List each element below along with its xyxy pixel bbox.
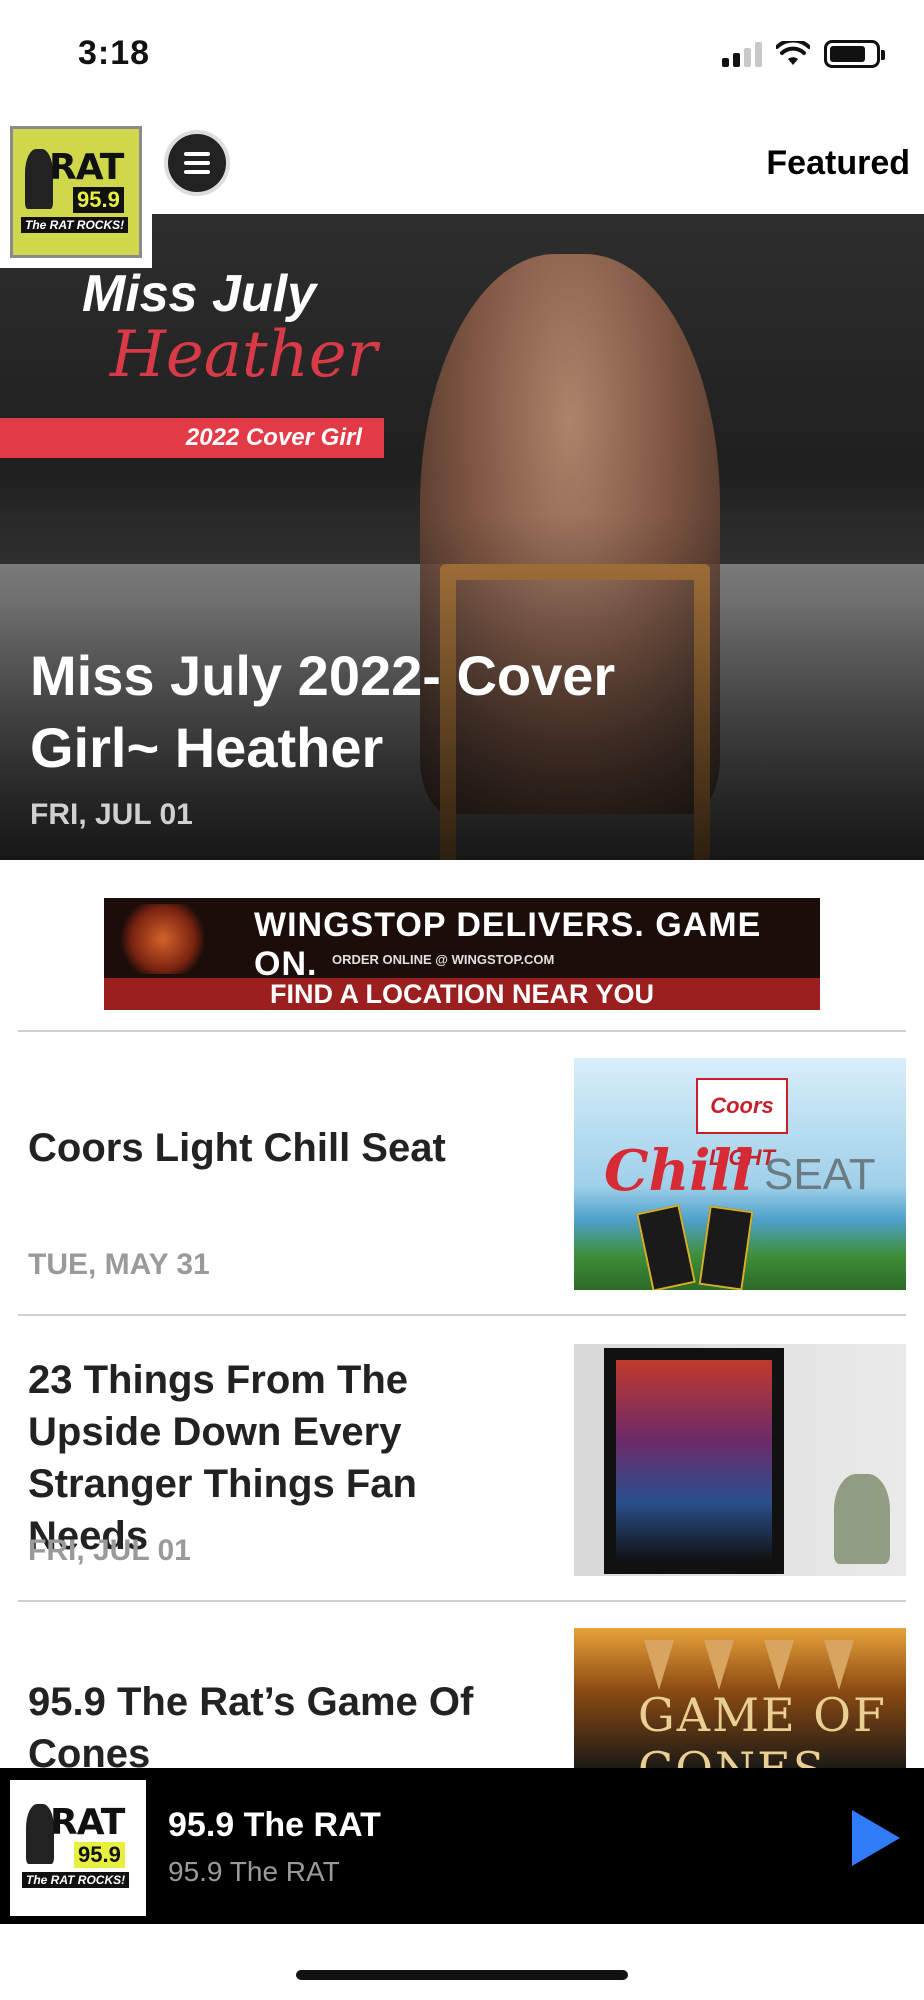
article-title[interactable]: 23 Things From The Upside Down Every Str… (28, 1354, 548, 1562)
menu-button[interactable] (164, 130, 230, 196)
hero-date: FRI, JUL 01 (30, 798, 193, 831)
status-bar: 3:18 (0, 0, 924, 110)
thumb-text: GAME OF CONES (638, 1688, 887, 1768)
logo-name: RAT (49, 147, 124, 188)
list-item[interactable]: 95.9 The Rat’s Game Of Cones GAME OF CON… (0, 1628, 924, 1768)
ticket-icon (636, 1204, 696, 1290)
ticket-icon (698, 1205, 754, 1290)
hamburger-icon (184, 152, 210, 156)
player-station-logo[interactable]: RAT 95.9 The RAT ROCKS! (10, 1780, 146, 1916)
cone-icon (704, 1640, 734, 1690)
logo-name: RAT (50, 1802, 125, 1843)
coors-logo: Coors LIGHT (696, 1078, 788, 1170)
wing-icon (118, 904, 208, 974)
logo-frequency: 95.9 (73, 187, 124, 213)
poster-image (604, 1348, 784, 1574)
article-date: TUE, MAY 31 (28, 1248, 210, 1281)
logo-frequency: 95.9 (74, 1842, 125, 1868)
cellular-signal-icon (722, 41, 762, 67)
thumb-word-seat: SEAT (764, 1150, 876, 1199)
article-date: FRI, JUL 01 (28, 1534, 191, 1567)
ad-banner[interactable]: WINGSTOP DELIVERS. GAME ON. ORDER ONLINE… (104, 898, 820, 1010)
ad-subline: ORDER ONLINE @ WINGSTOP.COM (332, 952, 555, 967)
article-thumbnail[interactable]: GAME OF CONES (574, 1628, 906, 1768)
cone-icon (644, 1640, 674, 1690)
hero-title[interactable]: Miss July 2022- Cover Girl~ Heather (30, 640, 670, 784)
divider (18, 1314, 906, 1316)
section-title: Featured (766, 144, 910, 182)
article-title[interactable]: 95.9 The Rat’s Game Of Cones (28, 1676, 548, 1768)
station-logo[interactable]: RAT 95.9 The RAT ROCKS! (0, 116, 152, 268)
list-item[interactable]: 23 Things From The Upside Down Every Str… (0, 1344, 924, 1576)
play-icon[interactable] (852, 1810, 900, 1866)
hero-featured-card[interactable]: Miss July Heather 2022 Cover Girl Miss J… (0, 214, 924, 860)
article-thumbnail[interactable] (574, 1344, 906, 1576)
home-indicator[interactable] (296, 1970, 628, 1980)
player-title: 95.9 The RAT (168, 1806, 381, 1844)
player-subtitle: 95.9 The RAT (168, 1856, 340, 1887)
logo-tagline: The RAT ROCKS! (22, 1872, 130, 1888)
thumb-word-chill: Chill (604, 1138, 754, 1204)
status-icons (722, 40, 885, 68)
app-header: RAT 95.9 The RAT ROCKS! Featured (0, 110, 924, 268)
ad-cta[interactable]: FIND A LOCATION NEAR YOU (104, 978, 820, 1010)
article-thumbnail[interactable]: Coors LIGHT Chill SEAT (574, 1058, 906, 1290)
list-item[interactable]: Coors Light Chill Seat TUE, MAY 31 Coors… (0, 1058, 924, 1290)
logo-tagline: The RAT ROCKS! (21, 217, 129, 233)
cone-icon (824, 1640, 854, 1690)
mini-player[interactable]: RAT 95.9 The RAT ROCKS! 95.9 The RAT 95.… (0, 1768, 924, 1924)
article-title[interactable]: Coors Light Chill Seat (28, 1122, 548, 1174)
divider (18, 1600, 906, 1602)
plant-image (834, 1474, 890, 1564)
ad-headline: WINGSTOP DELIVERS. GAME ON. (254, 906, 762, 983)
battery-icon (824, 40, 885, 68)
divider (18, 1030, 906, 1032)
hero-promo-title: Miss July (82, 265, 317, 323)
hero-promo-banner: 2022 Cover Girl (0, 418, 384, 458)
wifi-icon (776, 41, 810, 65)
cone-icon (764, 1640, 794, 1690)
status-time: 3:18 (78, 34, 151, 72)
hero-promo-script: Heather (110, 318, 378, 392)
